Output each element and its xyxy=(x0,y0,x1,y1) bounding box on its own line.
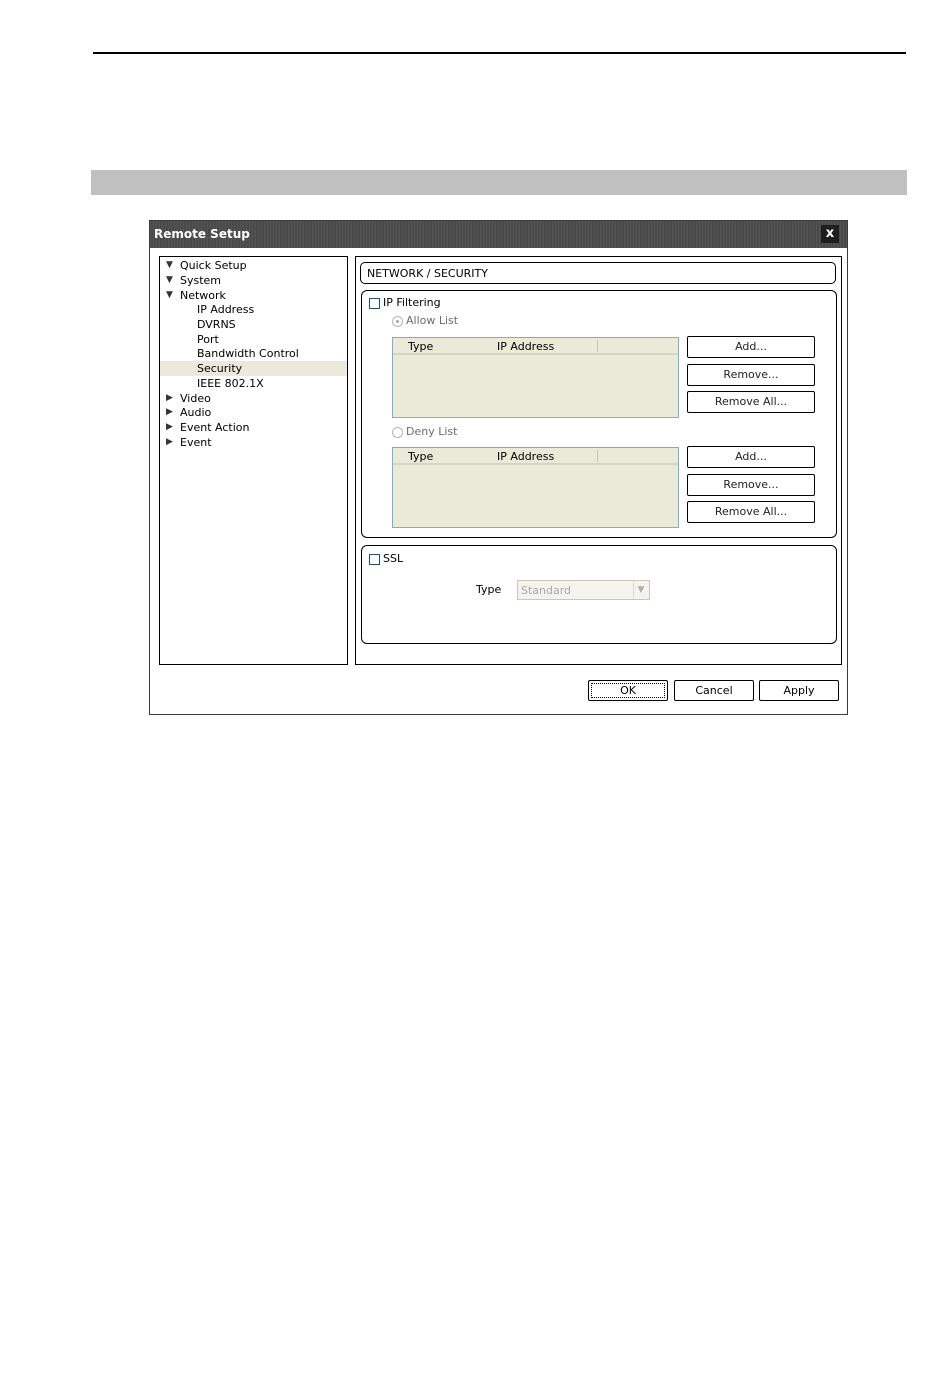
ssl-group: SSL Type Standard ▼ xyxy=(361,545,837,644)
apply-button[interactable]: Apply xyxy=(759,680,839,701)
ok-button[interactable]: OK xyxy=(588,680,668,701)
remote-setup-dialog: Remote Setup x ▼ Quick Setup ▼ System ▼ … xyxy=(149,220,848,715)
chevron-down-icon[interactable]: ▼ xyxy=(166,258,173,273)
deny-list-header: Type IP Address xyxy=(393,448,678,465)
deny-remove-all-button[interactable]: Remove All... xyxy=(687,501,815,523)
tree-item-video[interactable]: ▶ Video xyxy=(160,391,347,406)
section-heading-bar xyxy=(91,170,907,195)
column-divider[interactable] xyxy=(597,340,598,352)
tree-item-port[interactable]: Port xyxy=(160,332,347,347)
ip-filtering-group: IP Filtering Allow List Type IP Address … xyxy=(361,290,837,538)
tree-item-label: IEEE 802.1X xyxy=(197,377,264,390)
column-header-type[interactable]: Type xyxy=(408,450,433,463)
deny-list-radio[interactable] xyxy=(392,427,403,438)
ssl-type-value: Standard xyxy=(521,584,572,597)
deny-list-label: Deny List xyxy=(406,425,458,438)
allow-remove-button[interactable]: Remove... xyxy=(687,364,815,386)
tree-item-label: Event xyxy=(180,436,212,449)
tree-item-label: DVRNS xyxy=(197,318,236,331)
tree-item-label: System xyxy=(180,274,222,287)
tree-item-label: Security xyxy=(197,362,243,375)
deny-list-table[interactable]: Type IP Address xyxy=(392,447,679,528)
tree-item-audio[interactable]: ▶ Audio xyxy=(160,405,347,420)
column-header-ip-address[interactable]: IP Address xyxy=(497,450,554,463)
tree-item-event[interactable]: ▶ Event xyxy=(160,435,347,450)
tree-item-ieee-8021x[interactable]: IEEE 802.1X xyxy=(160,376,347,391)
tree-item-network[interactable]: ▼ Network xyxy=(160,288,347,303)
allow-list-label: Allow List xyxy=(406,314,459,327)
tree-item-label: Video xyxy=(180,392,211,405)
tree-item-system[interactable]: ▼ System xyxy=(160,273,347,288)
chevron-right-icon[interactable]: ▶ xyxy=(166,391,173,406)
tree-item-dvrns[interactable]: DVRNS xyxy=(160,317,347,332)
chevron-down-icon[interactable]: ▼ xyxy=(633,582,648,598)
deny-remove-button[interactable]: Remove... xyxy=(687,474,815,496)
ssl-label: SSL xyxy=(383,552,404,565)
tree-item-label: Port xyxy=(197,333,219,346)
allow-list-radio[interactable] xyxy=(392,316,403,327)
column-header-type[interactable]: Type xyxy=(408,340,433,353)
tree-item-label: Event Action xyxy=(180,421,250,434)
allow-add-button[interactable]: Add... xyxy=(687,336,815,358)
chevron-right-icon[interactable]: ▶ xyxy=(166,420,173,435)
tree-item-event-action[interactable]: ▶ Event Action xyxy=(160,420,347,435)
allow-list-header: Type IP Address xyxy=(393,338,678,355)
column-header-ip-address[interactable]: IP Address xyxy=(497,340,554,353)
tree-item-label: Quick Setup xyxy=(180,259,247,272)
tree-item-quick-setup[interactable]: ▼ Quick Setup xyxy=(160,258,347,273)
settings-tree: ▼ Quick Setup ▼ System ▼ Network IP Addr… xyxy=(159,256,348,665)
dialog-title: Remote Setup xyxy=(154,227,250,241)
panel-header: NETWORK / SECURITY xyxy=(360,262,836,284)
chevron-right-icon[interactable]: ▶ xyxy=(166,435,173,450)
tree-item-label: IP Address xyxy=(197,303,255,316)
chevron-down-icon[interactable]: ▼ xyxy=(166,288,173,303)
security-settings-panel: NETWORK / SECURITY IP Filtering Allow Li… xyxy=(355,256,842,665)
close-icon[interactable]: x xyxy=(821,225,839,243)
ssl-type-label: Type xyxy=(476,583,502,596)
tree-item-ip-address[interactable]: IP Address xyxy=(160,302,347,317)
ip-filtering-label: IP Filtering xyxy=(383,296,441,309)
allow-list-table[interactable]: Type IP Address xyxy=(392,337,679,418)
ip-filtering-checkbox[interactable] xyxy=(369,298,380,309)
tree-item-bandwidth-control[interactable]: Bandwidth Control xyxy=(160,346,347,361)
ssl-type-select[interactable]: Standard ▼ xyxy=(517,580,650,600)
tree-item-label: Network xyxy=(180,289,226,302)
ssl-checkbox[interactable] xyxy=(369,554,380,565)
allow-remove-all-button[interactable]: Remove All... xyxy=(687,391,815,413)
dialog-titlebar[interactable]: Remote Setup x xyxy=(150,221,847,248)
chevron-down-icon[interactable]: ▼ xyxy=(166,273,173,288)
page-header-rule xyxy=(93,52,906,54)
tree-item-label: Bandwidth Control xyxy=(197,347,299,360)
column-divider[interactable] xyxy=(597,450,598,462)
panel-title: NETWORK / SECURITY xyxy=(367,267,488,280)
tree-item-security[interactable]: Security xyxy=(160,361,347,376)
cancel-button[interactable]: Cancel xyxy=(674,680,754,701)
deny-add-button[interactable]: Add... xyxy=(687,446,815,468)
tree-item-label: Audio xyxy=(180,406,212,419)
chevron-right-icon[interactable]: ▶ xyxy=(166,405,173,420)
